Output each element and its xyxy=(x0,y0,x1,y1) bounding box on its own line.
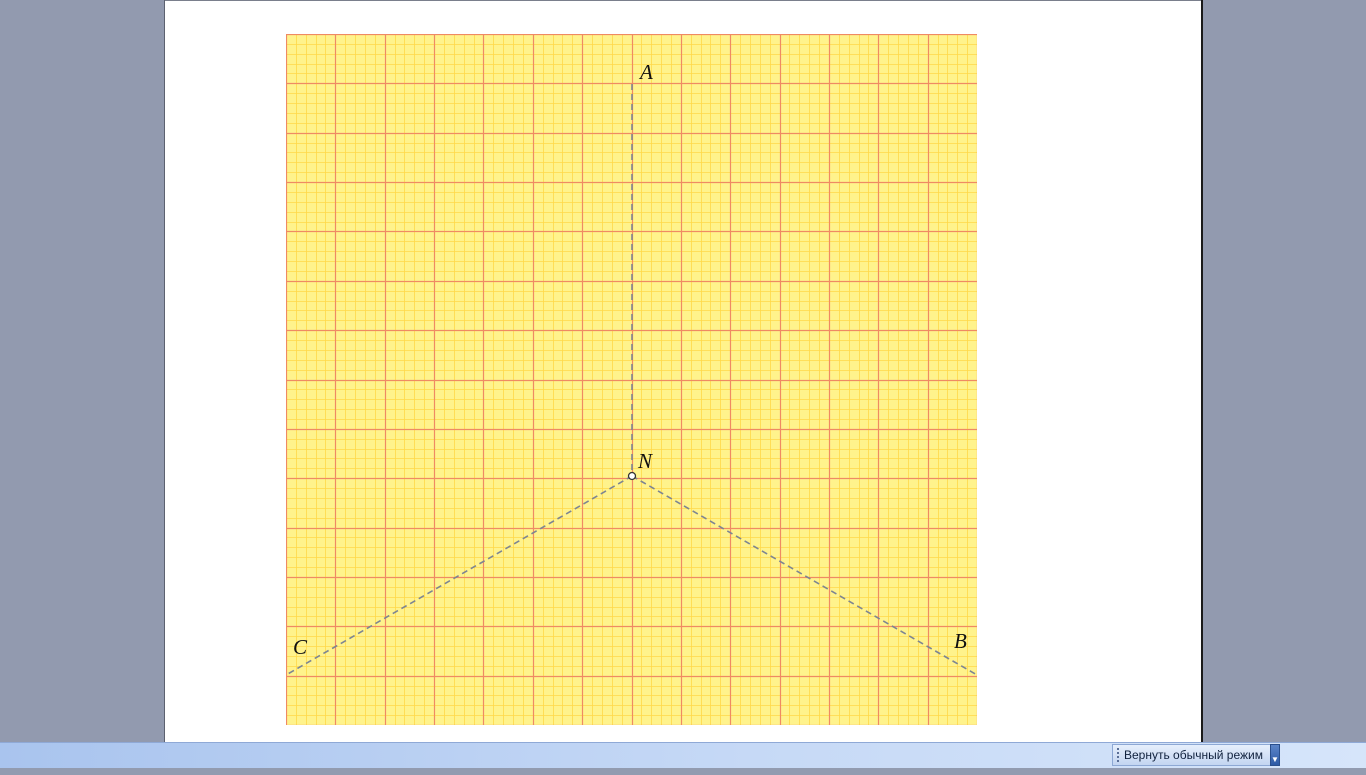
label-point-a: A xyxy=(638,60,653,84)
chevron-down-icon[interactable]: ▼ xyxy=(1270,744,1280,766)
label-point-c: C xyxy=(293,635,308,659)
label-point-n: N xyxy=(637,449,653,473)
restore-normal-mode-button[interactable]: Вернуть обычный режим xyxy=(1112,744,1270,766)
toolbar-grip xyxy=(1117,748,1119,762)
right-gutter xyxy=(1201,0,1366,742)
graph-paper-figure: A N B C xyxy=(286,34,977,725)
label-point-b: B xyxy=(954,629,967,653)
point-n-marker xyxy=(627,471,637,481)
left-gutter xyxy=(0,0,165,742)
restore-normal-mode-label: Вернуть обычный режим xyxy=(1124,748,1263,762)
